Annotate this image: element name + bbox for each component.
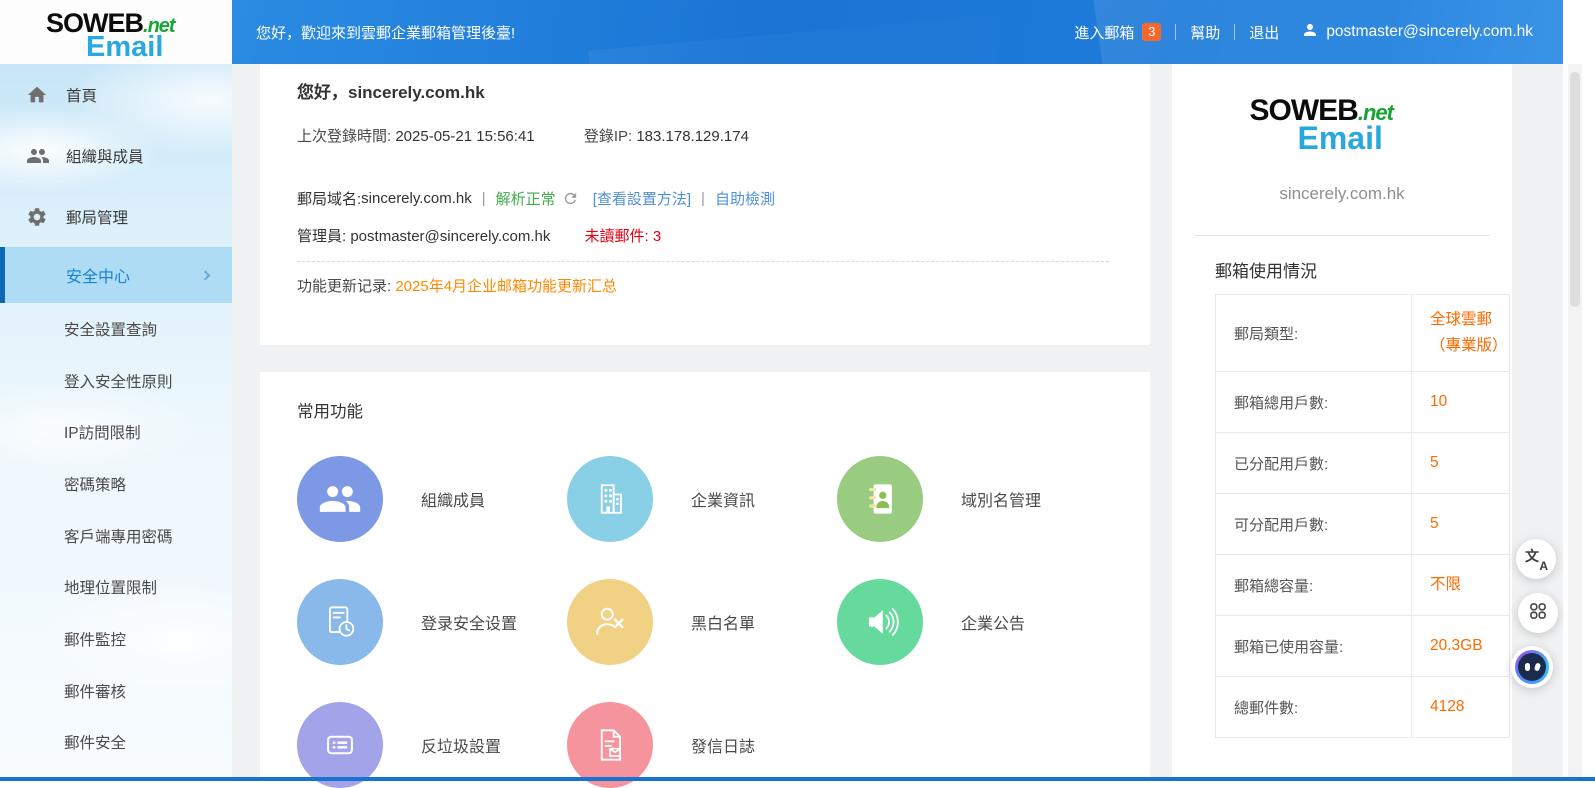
feature-org-members[interactable]: 組織成員 xyxy=(297,456,567,542)
users-icon xyxy=(26,144,50,168)
usage-title: 郵箱使用情況 xyxy=(1215,257,1512,282)
translate-icon: 文A xyxy=(1525,548,1547,570)
sidebar: SOWEB.net Email 首頁 組織與成員 郵局管理 安全中心 xyxy=(0,0,232,781)
sidebar-item-mail-security[interactable]: 郵件安全 xyxy=(0,717,232,769)
bottom-edge-bar xyxy=(0,777,1595,781)
app-logo[interactable]: SOWEB.net Email xyxy=(0,0,232,64)
help-link[interactable]: 幫助 xyxy=(1190,22,1220,43)
send-log-icon xyxy=(567,702,653,788)
panel-divider xyxy=(1194,235,1490,236)
usage-row-available-users: 可分配用戶數: 5 xyxy=(1216,494,1509,555)
user-icon xyxy=(1301,21,1319,44)
sidebar-item-org-members[interactable]: 組織與成員 xyxy=(0,125,232,186)
sidebar-item-mail-monitor[interactable]: 郵件監控 xyxy=(0,613,232,665)
usage-table: 郵局類型: 全球雲郵（專業版） 郵箱總用戶數: 10 已分配用戶數: 5 可分配… xyxy=(1215,294,1510,738)
page-greeting: 您好，sincerely.com.hk xyxy=(297,78,1113,103)
unread-mail-text: 未讀郵件: 3 xyxy=(585,228,662,245)
scrollbar-thumb[interactable] xyxy=(1570,72,1580,307)
usage-row-used-capacity: 郵箱已使用容量: 20.3GB xyxy=(1216,616,1509,677)
domain-alias-icon xyxy=(837,456,923,542)
antispam-icon xyxy=(297,702,383,788)
logout-link[interactable]: 退出 xyxy=(1249,22,1279,43)
sidebar-menu: 首頁 組織與成員 郵局管理 安全中心 安全設置查詢 登入安全性原則 IP訪問限制… xyxy=(0,64,232,768)
feature-domain-alias[interactable]: 域別名管理 xyxy=(837,456,1107,542)
sidebar-item-client-password[interactable]: 客戶端專用密碼 xyxy=(0,510,232,562)
view-setup-link[interactable]: [查看設置方法] xyxy=(593,188,691,209)
update-record-link[interactable]: 2025年4月企业邮箱功能更新汇总 xyxy=(395,278,617,295)
update-label: 功能更新记录: xyxy=(297,278,395,295)
usage-row-total-capacity: 郵箱總容量: 不限 xyxy=(1216,555,1509,616)
domain-info-line: 郵局域名: sincerely.com.hk | 解析正常 [查看設置方法] |… xyxy=(297,188,1113,209)
admin-label: 管理員: xyxy=(297,228,350,245)
separator xyxy=(1175,24,1176,40)
dashed-divider xyxy=(297,261,1109,262)
common-features-card: 常用功能 組織成員 企業資訊 xyxy=(260,372,1150,781)
usage-panel: SOWEB.net Email sincerely.com.hk 郵箱使用情況 … xyxy=(1172,64,1512,781)
usage-row-total-users: 郵箱總用戶數: 10 xyxy=(1216,372,1509,433)
sidebar-item-home[interactable]: 首頁 xyxy=(0,64,232,125)
chevron-right-icon xyxy=(199,268,214,283)
sidebar-item-security-center[interactable]: 安全中心 xyxy=(0,247,232,303)
home-icon xyxy=(26,84,50,106)
admin-value: postmaster@sincerely.com.hk xyxy=(350,228,550,245)
sidebar-item-security-query[interactable]: 安全設置查詢 xyxy=(0,303,232,355)
last-login-label: 上次登錄時間: xyxy=(297,128,395,145)
sidebar-item-login-policy[interactable]: 登入安全性原則 xyxy=(0,355,232,407)
enter-mailbox-link[interactable]: 進入郵箱 xyxy=(1074,22,1134,43)
last-login-value: 2025-05-21 15:56:41 xyxy=(395,128,534,145)
usage-row-assigned-users: 已分配用戶數: 5 xyxy=(1216,433,1509,494)
scrollbar-track[interactable] xyxy=(1568,64,1582,781)
sidebar-item-mail-audit[interactable]: 郵件審核 xyxy=(0,665,232,717)
sidebar-item-geo-restriction[interactable]: 地理位置限制 xyxy=(0,561,232,613)
announcement-icon xyxy=(837,579,923,665)
dns-status: 解析正常 xyxy=(496,188,556,209)
login-ip-value: 183.178.129.174 xyxy=(636,128,749,145)
apps-grid-float-button[interactable] xyxy=(1518,593,1558,633)
login-ip-label: 登錄IP: xyxy=(584,128,637,145)
refresh-icon[interactable] xyxy=(562,190,579,207)
top-header: 您好，歡迎來到雲郵企業郵箱管理後臺! 進入郵箱 3 幫助 退出 postmast… xyxy=(232,0,1563,64)
domain-label: 郵局域名: xyxy=(297,188,361,209)
grid-icon xyxy=(1528,601,1548,626)
feature-send-log[interactable]: 發信日誌 xyxy=(567,702,837,788)
features-title: 常用功能 xyxy=(297,398,1113,422)
panel-logo: SOWEB.net Email xyxy=(1250,96,1435,162)
feature-announcement[interactable]: 企業公告 xyxy=(837,579,1107,665)
sidebar-item-ip-restriction[interactable]: IP訪問限制 xyxy=(0,406,232,458)
gear-icon xyxy=(26,206,50,228)
org-members-icon xyxy=(297,456,383,542)
usage-row-total-mails: 總郵件數: 4128 xyxy=(1216,677,1509,738)
domain-value: sincerely.com.hk xyxy=(361,190,472,207)
login-security-icon xyxy=(297,579,383,665)
sidebar-item-password-policy[interactable]: 密碼策略 xyxy=(0,458,232,510)
features-grid: 組織成員 企業資訊 域別名管理 xyxy=(297,456,1113,788)
robot-icon xyxy=(1515,650,1549,684)
blacklist-icon xyxy=(567,579,653,665)
self-check-link[interactable]: 自助檢測 xyxy=(715,188,775,209)
admin-info-line: 管理員: postmaster@sincerely.com.hk 未讀郵件: 3 xyxy=(297,225,1113,246)
user-email: postmaster@sincerely.com.hk xyxy=(1326,23,1533,41)
translate-float-button[interactable]: 文A xyxy=(1516,539,1556,579)
separator xyxy=(1234,24,1235,40)
login-info-line: 上次登錄時間: 2025-05-21 15:56:41 登錄IP: 183.17… xyxy=(297,125,1113,146)
ai-assistant-float-button[interactable] xyxy=(1511,646,1553,688)
header-actions: 進入郵箱 3 幫助 退出 postmaster@sincerely.com.hk xyxy=(1074,21,1533,44)
company-info-icon xyxy=(567,456,653,542)
panel-domain: sincerely.com.hk xyxy=(1172,184,1512,204)
feature-company-info[interactable]: 企業資訊 xyxy=(567,456,837,542)
usage-row-type: 郵局類型: 全球雲郵（專業版） xyxy=(1216,295,1509,372)
feature-antispam[interactable]: 反垃圾設置 xyxy=(297,702,567,788)
logo-text-email: Email xyxy=(86,33,163,62)
unread-badge[interactable]: 3 xyxy=(1142,23,1161,41)
sidebar-item-mail-admin[interactable]: 郵局管理 xyxy=(0,186,232,247)
feature-blacklist[interactable]: 黑白名單 xyxy=(567,579,837,665)
feature-login-security[interactable]: 登录安全设置 xyxy=(297,579,567,665)
update-record-line: 功能更新记录: 2025年4月企业邮箱功能更新汇总 xyxy=(297,275,1113,296)
account-menu[interactable]: postmaster@sincerely.com.hk xyxy=(1301,21,1533,44)
welcome-text: 您好，歡迎來到雲郵企業郵箱管理後臺! xyxy=(256,22,515,43)
account-summary-card: 您好，sincerely.com.hk 上次登錄時間: 2025-05-21 1… xyxy=(260,64,1150,345)
